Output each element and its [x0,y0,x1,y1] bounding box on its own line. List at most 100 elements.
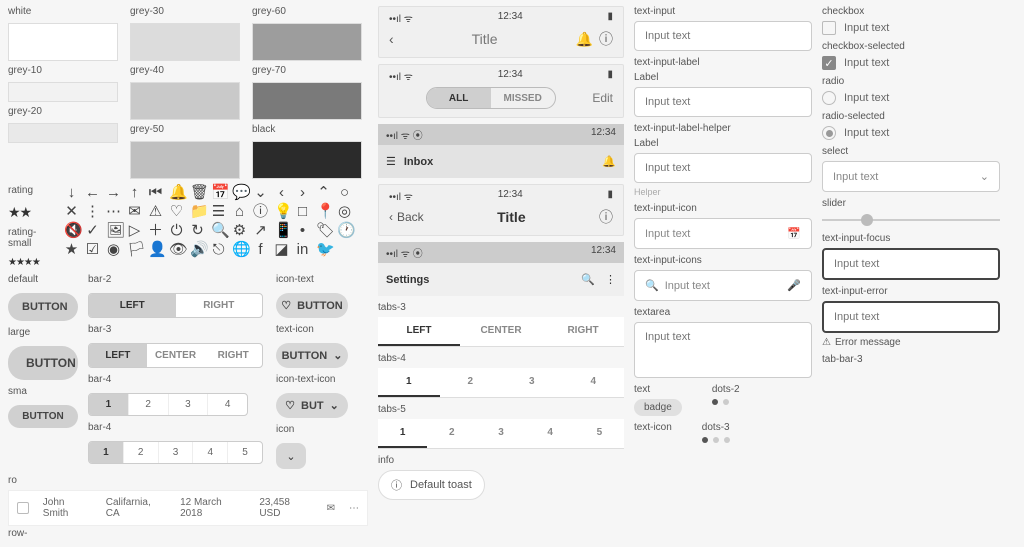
tab5-3[interactable]: 3 [476,419,525,448]
slider[interactable] [822,213,1000,227]
pill-missed[interactable]: MISSED [491,88,555,108]
seg5-4[interactable]: 4 [192,442,227,463]
dots-2[interactable] [712,399,740,405]
seg4-4[interactable]: 4 [207,394,247,415]
segmented-bar-3[interactable]: LEFTCENTERRIGHT [88,343,263,368]
bell-icon[interactable]: 🔔 [169,185,184,200]
more-vert-icon[interactable]: ⋮ [85,204,100,219]
seg3-left[interactable]: LEFT [89,344,147,367]
text-icon-button[interactable]: BUTTON⌄ [276,343,348,368]
checkbox[interactable]: Input text [822,21,1000,35]
seg5-5[interactable]: 5 [227,442,262,463]
tab-right[interactable]: RIGHT [542,317,624,346]
plus-icon[interactable]: ＋ [148,223,163,238]
arrow-down-icon[interactable]: ↓ [64,185,79,200]
circle-icon[interactable]: ○ [337,185,352,200]
table-row[interactable]: John Smith Califarnia, CA 12 March 2018 … [8,490,368,526]
chevron-right-icon[interactable]: › [295,185,310,200]
user-icon[interactable]: 👤 [148,242,163,257]
bulb-icon[interactable]: 💡 [274,204,289,219]
icon-text-icon-button[interactable]: ♡BUT⌄ [276,393,348,418]
seg-left[interactable]: LEFT [89,294,176,317]
text-input-helper[interactable] [634,153,812,183]
dot-icon[interactable]: • [295,223,310,238]
pin-icon[interactable]: 📍 [316,204,331,219]
folder-icon[interactable]: 📁 [190,204,205,219]
slider-thumb[interactable] [861,214,873,226]
power-icon[interactable]: ⏻ [169,223,184,238]
radio-selected[interactable]: Input text [822,126,1000,140]
chat-icon[interactable]: 💬 [232,185,247,200]
info-icon[interactable]: ⓘ [599,207,613,227]
tag-icon[interactable]: 🏷 [316,223,331,238]
more-vert-icon[interactable]: ⋮ [605,273,616,286]
text-input-icon[interactable]: Input text📅 [634,218,812,249]
tab4-2[interactable]: 2 [440,368,502,397]
flag-icon[interactable]: 🏳 [127,242,142,257]
refresh-icon[interactable]: ↻ [190,223,205,238]
seg5-3[interactable]: 3 [158,442,193,463]
text-input-labeled[interactable] [634,87,812,117]
eye-icon[interactable]: 👁 [169,242,184,257]
linkedin-icon[interactable]: in [295,242,310,257]
star-icon[interactable]: ★ [64,242,79,257]
info-icon[interactable]: ⓘ [599,29,613,49]
small-button[interactable]: BUTTON [8,405,78,428]
rating-stars-small[interactable]: ★★★★ [8,257,58,268]
tab5-1[interactable]: 1 [378,419,427,448]
radio[interactable]: Input text [822,91,1000,105]
instagram-icon[interactable]: ◪ [274,242,289,257]
chevron-down-icon[interactable]: ⌄ [253,185,268,200]
tab5-5[interactable]: 5 [575,419,624,448]
seg5-2[interactable]: 2 [123,442,158,463]
select[interactable]: Input text⌄ [822,161,1000,192]
seg4-2[interactable]: 2 [128,394,168,415]
tab4-4[interactable]: 4 [563,368,625,397]
mail-icon[interactable]: ✉ [127,204,142,219]
dots-3[interactable] [702,437,730,443]
target-icon[interactable]: ◎ [337,204,352,219]
checkbox-selected[interactable]: ✓Input text [822,56,1000,70]
twitter-icon[interactable]: 🐦 [316,242,331,257]
tab5-2[interactable]: 2 [427,419,476,448]
search-icon[interactable]: 🔍 [581,273,595,286]
tab4-3[interactable]: 3 [501,368,563,397]
phone-icon[interactable]: 📱 [274,223,289,238]
more-horiz-icon[interactable]: ⋯ [106,204,121,219]
logout-icon[interactable]: ⎋ [211,242,226,257]
chevron-up-icon[interactable]: ⌃ [316,185,331,200]
segmented-bar-2[interactable]: LEFTRIGHT [88,293,263,318]
seg3-right[interactable]: RIGHT [204,344,262,367]
close-icon[interactable]: ✕ [64,204,79,219]
bell-icon[interactable]: 🔔 [576,31,593,48]
menu-icon[interactable]: ☰ [211,204,226,219]
text-input-error[interactable] [822,301,1000,333]
tab-left[interactable]: LEFT [378,317,460,346]
sound-off-icon[interactable]: 🔇 [64,223,79,238]
square-icon[interactable]: □ [295,204,310,219]
text-input-icons[interactable]: 🔍Input text🎤 [634,270,812,301]
edit-button[interactable]: Edit [592,91,613,105]
seg3-center[interactable]: CENTER [147,344,205,367]
radio-icon[interactable]: ◉ [106,242,121,257]
check-icon[interactable]: ✓ [85,223,100,238]
seg4-3[interactable]: 3 [168,394,208,415]
tabs-4[interactable]: 1234 [378,368,624,398]
more-icon[interactable]: ⋯ [349,503,359,514]
segmented-bar-5[interactable]: 12345 [88,441,263,464]
arrow-left-icon[interactable]: ← [85,185,100,200]
seg4-1[interactable]: 1 [89,394,128,415]
arrow-right-icon[interactable]: → [106,185,121,200]
pill-segmented[interactable]: ALLMISSED [426,87,556,109]
info-icon[interactable]: ⓘ [253,204,268,219]
trash-icon[interactable]: 🗑 [190,185,205,200]
segmented-bar-4[interactable]: 1234 [88,393,248,416]
arrow-up-icon[interactable]: ↑ [127,185,142,200]
mic-icon[interactable]: 🎤 [787,279,801,292]
mail-icon[interactable]: ✉ [327,503,335,514]
rating-stars[interactable]: ★★ [8,204,58,221]
tabs-3[interactable]: LEFTCENTERRIGHT [378,317,624,347]
tabs-5[interactable]: 12345 [378,419,624,449]
icon-text-button[interactable]: ♡BUTTON [276,293,348,318]
seg5-1[interactable]: 1 [89,442,123,463]
